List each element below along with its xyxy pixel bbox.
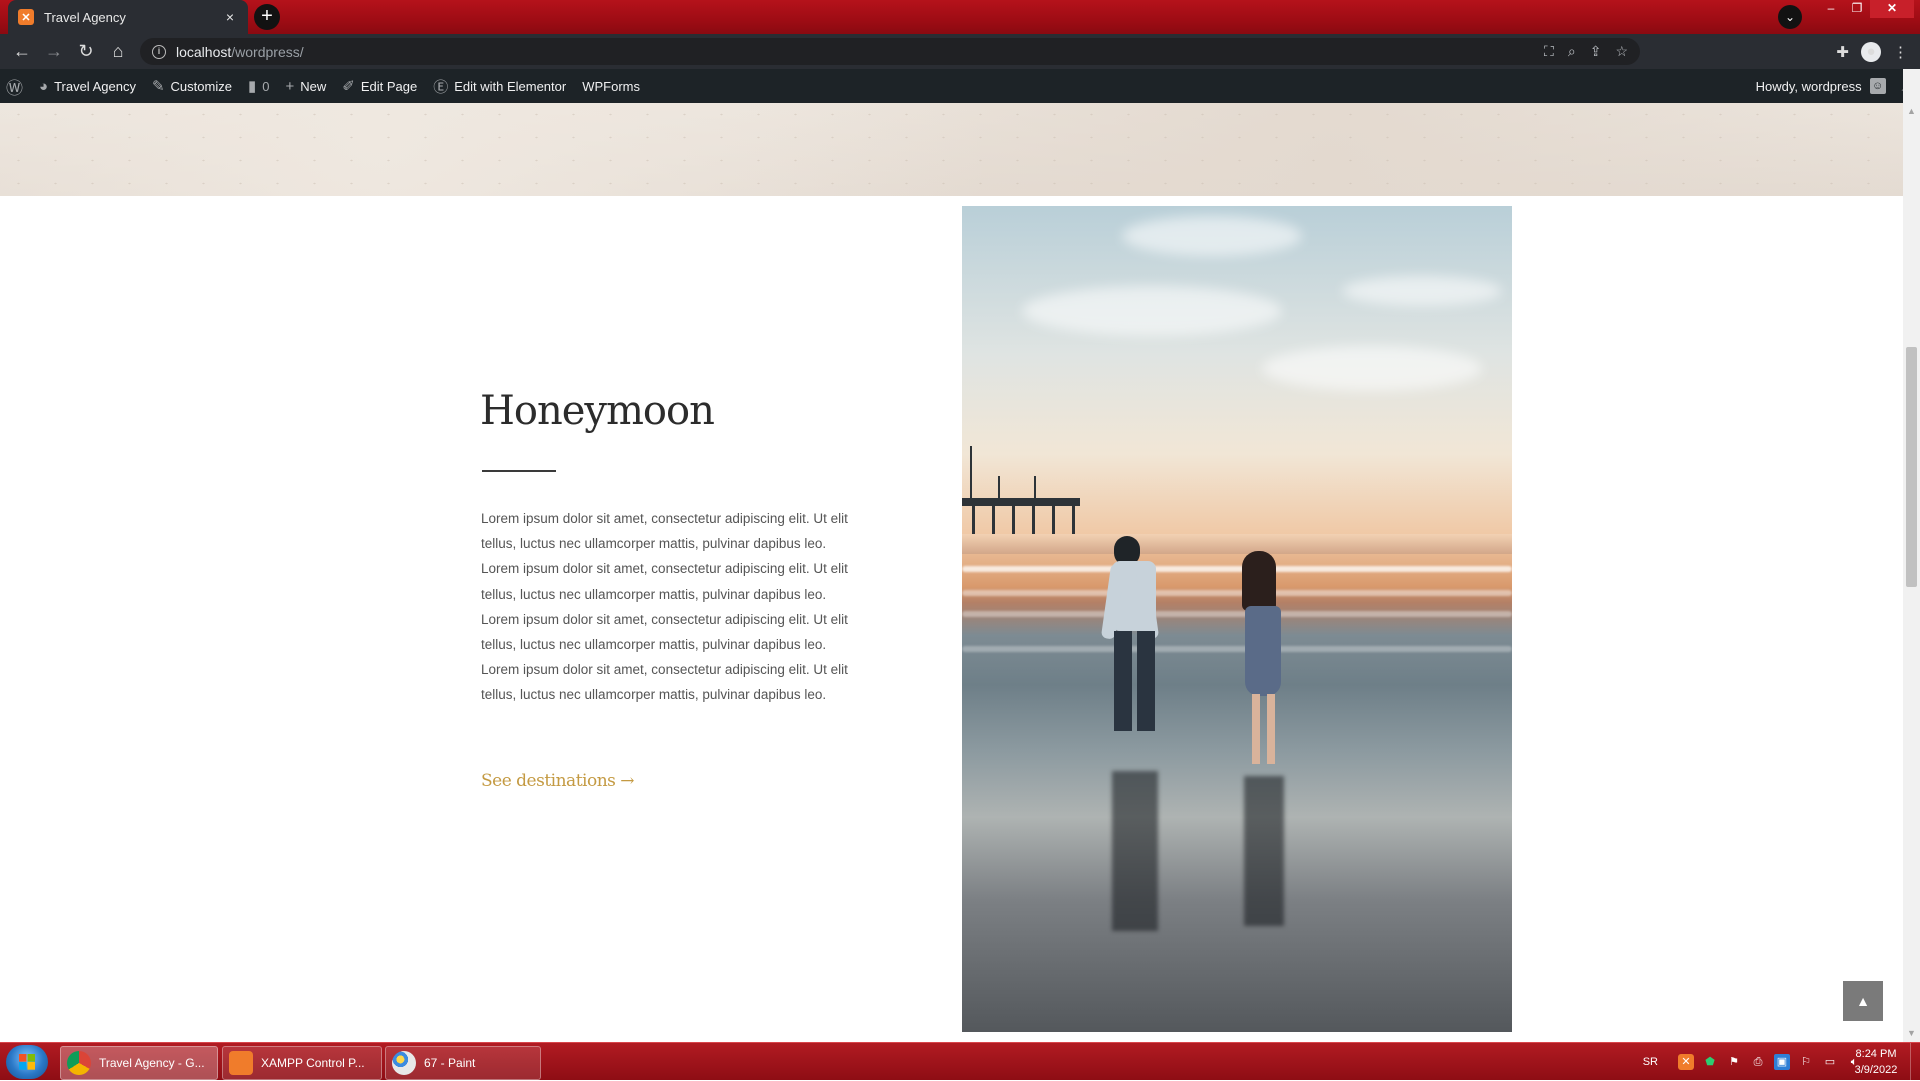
site-name-label: Travel Agency xyxy=(54,78,136,94)
scroll-to-top-button[interactable]: ▲ xyxy=(1843,981,1883,1021)
address-bar[interactable]: i localhost/wordpress/ ⛶ ⌕ ⇪ ☆ xyxy=(140,38,1640,65)
paintbrush-icon: ✎ xyxy=(151,78,165,95)
browser-tab[interactable]: ✕ Travel Agency × xyxy=(8,0,248,34)
new-label: New xyxy=(300,78,327,94)
scrollbar-thumb[interactable] xyxy=(1906,347,1917,587)
profile-avatar-icon[interactable]: ● xyxy=(1861,41,1881,62)
back-arrow-icon[interactable]: ← xyxy=(6,36,38,68)
section-paragraph: Lorem ipsum dolor sit amet, consectetur … xyxy=(481,511,848,703)
admin-bar-edit-page[interactable]: ✐ Edit Page xyxy=(334,69,425,103)
clock-date: 3/9/2022 xyxy=(1854,1064,1898,1076)
bookmark-star-icon[interactable]: ☆ xyxy=(1615,43,1628,60)
customize-label: Customize xyxy=(170,78,232,94)
heading-divider xyxy=(482,470,556,472)
minimize-icon[interactable]: ‒ xyxy=(1818,0,1844,18)
url-host: localhost xyxy=(176,43,232,60)
printer-icon[interactable]: ⎙ xyxy=(1750,1054,1766,1070)
xampp-tray-icon[interactable]: ✕ xyxy=(1678,1054,1694,1070)
shield-icon[interactable]: ⬟ xyxy=(1702,1054,1718,1070)
browser-right-buttons: ✚ ● ⋮ xyxy=(1836,38,1908,65)
network-icon[interactable]: ⚑ xyxy=(1726,1054,1742,1070)
tab-title: Travel Agency xyxy=(44,9,126,25)
omnibox-actions: ⛶ ⌕ ⇪ ☆ xyxy=(1544,38,1640,65)
paint-palette-icon xyxy=(392,1051,416,1075)
show-desktop-button[interactable] xyxy=(1910,1043,1920,1081)
admin-bar-account[interactable]: Howdy, wordpress ☺ xyxy=(1748,69,1894,103)
window-controls: ‒ ❐ ✕ xyxy=(1818,0,1914,18)
share-icon[interactable]: ⇪ xyxy=(1590,43,1602,60)
sand-banner-image xyxy=(0,103,1903,196)
admin-bar-elementor[interactable]: Ⓔ Edit with Elementor xyxy=(425,69,574,103)
browser-tab-strip: ✕ Travel Agency × + ⌄ ‒ ❐ ✕ xyxy=(0,0,1920,34)
taskbar-item-label: 67 - Paint xyxy=(424,1056,476,1070)
chrome-icon xyxy=(67,1051,91,1075)
admin-bar-new[interactable]: + New xyxy=(277,69,334,103)
taskbar-clock[interactable]: 8:24 PM 3/9/2022 xyxy=(1846,1046,1906,1078)
dashboard-gauge-icon: ◕ xyxy=(39,77,49,95)
taskbar-item-chrome[interactable]: Travel Agency - G... xyxy=(60,1046,218,1080)
user-avatar-icon: ☺ xyxy=(1869,78,1886,94)
see-destinations-link[interactable]: See destinations → xyxy=(481,771,635,791)
restore-icon[interactable]: ❐ xyxy=(1844,0,1870,18)
window-close-icon[interactable]: ✕ xyxy=(1870,0,1914,18)
start-button[interactable] xyxy=(6,1045,48,1079)
plus-icon: + xyxy=(285,77,295,95)
admin-bar-site-name[interactable]: ◕ Travel Agency xyxy=(31,69,144,103)
url-path: /wordpress/ xyxy=(231,43,304,60)
browser-toolbar: ← → ↻ ⌂ i localhost/wordpress/ ⛶ ⌕ ⇪ ☆ ✚… xyxy=(0,34,1920,69)
site-info-icon[interactable]: i xyxy=(152,44,166,59)
reload-icon[interactable]: ↻ xyxy=(70,36,102,68)
extensions-puzzle-icon[interactable]: ✚ xyxy=(1836,43,1849,61)
admin-bar-comments[interactable]: ▮ 0 xyxy=(240,69,278,103)
admin-bar-right: Howdy, wordpress ☺ ⌕ xyxy=(1748,69,1920,103)
scroll-up-arrow-icon[interactable]: ▲ xyxy=(1903,103,1920,120)
page-viewport: Honeymoon Lorem ipsum dolor sit amet, co… xyxy=(0,103,1903,1042)
taskbar-item-paint[interactable]: 67 - Paint xyxy=(385,1046,541,1080)
windows-logo-icon xyxy=(19,1054,35,1070)
wp-logo-menu[interactable]: Ⓦ xyxy=(0,69,31,103)
tab-close-icon[interactable]: × xyxy=(222,9,238,25)
taskbar-item-label: Travel Agency - G... xyxy=(99,1056,205,1070)
edit-elementor-label: Edit with Elementor xyxy=(454,78,567,94)
browser-menu-icon[interactable]: ⋮ xyxy=(1893,43,1908,61)
taskbar-item-label: XAMPP Control P... xyxy=(261,1056,365,1070)
language-indicator[interactable]: SR xyxy=(1643,1056,1658,1068)
xampp-favicon-icon: ✕ xyxy=(18,9,34,25)
wordpress-logo-icon: Ⓦ xyxy=(6,78,23,98)
tab-search-chevron-icon[interactable]: ⌄ xyxy=(1778,5,1802,29)
forward-arrow-icon[interactable]: → xyxy=(38,36,70,68)
app-tray-icon[interactable]: ▣ xyxy=(1774,1054,1790,1070)
admin-bar-wpforms[interactable]: WPForms xyxy=(574,69,648,103)
admin-bar-customize[interactable]: ✎ Customize xyxy=(144,69,240,103)
honeymoon-beach-photo xyxy=(962,206,1512,1032)
howdy-label: Howdy, wordpress xyxy=(1755,78,1862,94)
scroll-down-arrow-icon[interactable]: ▼ xyxy=(1903,1025,1920,1042)
action-center-flag-icon[interactable]: ⚐ xyxy=(1798,1054,1814,1070)
zoom-icon[interactable]: ⌕ xyxy=(1568,43,1576,60)
wp-admin-bar: Ⓦ ◕ Travel Agency ✎ Customize ▮ 0 + New … xyxy=(0,69,1920,103)
display-icon[interactable]: ▭ xyxy=(1822,1054,1838,1070)
wpforms-label: WPForms xyxy=(582,78,640,94)
pencil-icon: ✐ xyxy=(342,78,355,95)
comments-count: 0 xyxy=(262,78,270,94)
new-tab-button[interactable]: + xyxy=(254,4,280,30)
page-scrollbar[interactable]: ▲ ▼ xyxy=(1903,69,1920,1042)
translate-icon[interactable]: ⛶ xyxy=(1544,43,1554,60)
system-tray: SR ✕ ⬟ ⚑ ⎙ ▣ ⚐ ▭ 🔈︎ xyxy=(1643,1043,1862,1081)
elementor-logo-icon: Ⓔ xyxy=(433,78,449,96)
windows-taskbar: Travel Agency - G... XAMPP Control P... … xyxy=(0,1042,1920,1081)
comment-bubble-icon: ▮ xyxy=(247,78,257,95)
xampp-icon xyxy=(229,1051,253,1075)
section-heading: Honeymoon xyxy=(480,388,715,434)
clock-time: 8:24 PM xyxy=(1855,1048,1897,1060)
taskbar-item-xampp[interactable]: XAMPP Control P... xyxy=(222,1046,382,1080)
edit-page-label: Edit Page xyxy=(360,78,418,94)
home-icon[interactable]: ⌂ xyxy=(102,36,134,68)
